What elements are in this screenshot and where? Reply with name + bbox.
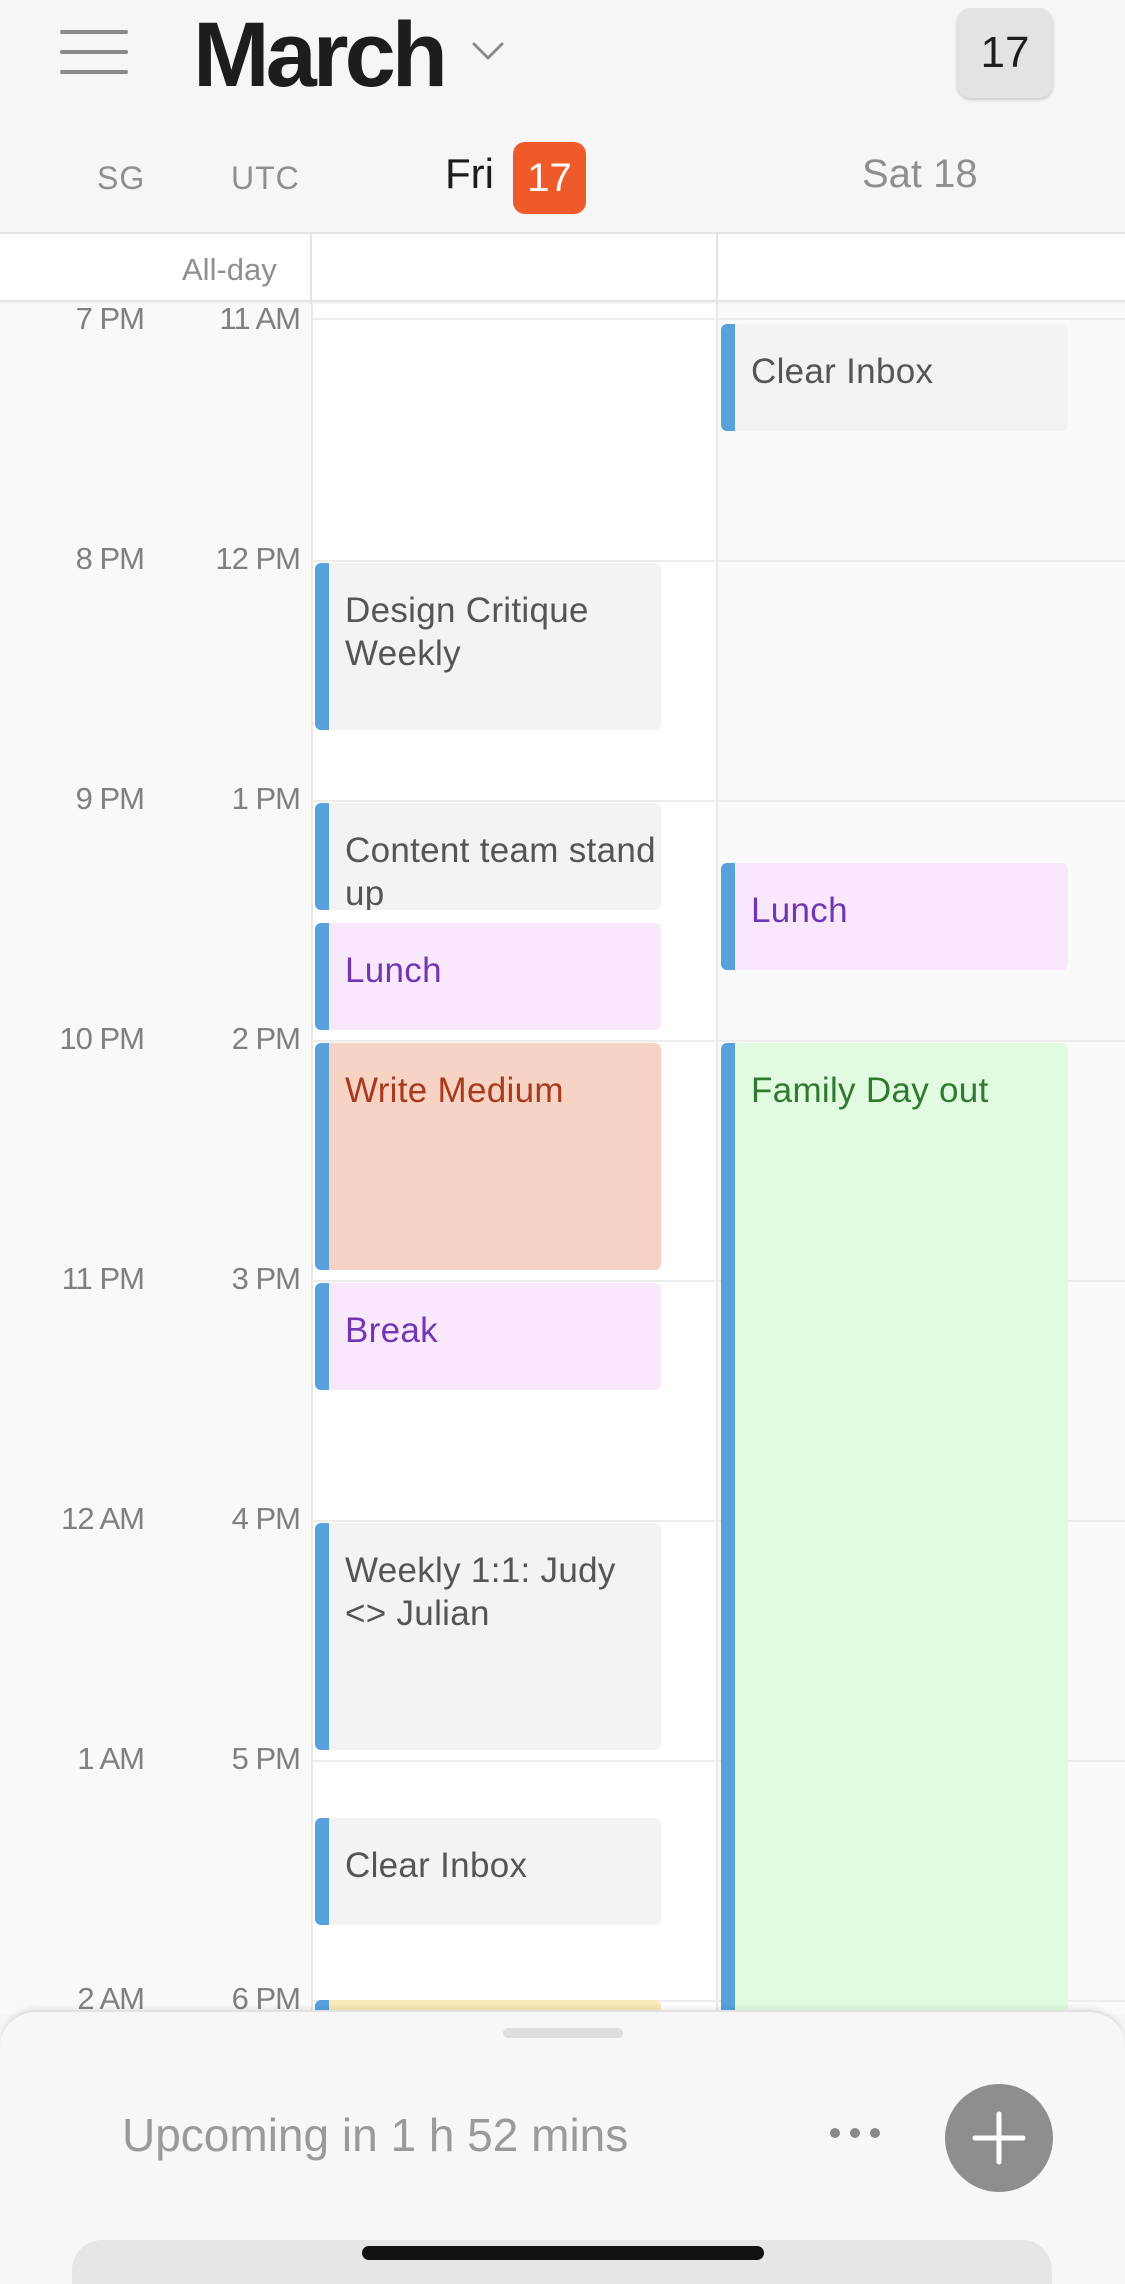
event-title: Content team stand up [345, 831, 656, 910]
column-divider [716, 234, 718, 304]
home-indicator[interactable] [362, 2246, 764, 2260]
time-label-sg: 9 PM [75, 781, 145, 816]
time-label-utc: 1 PM [231, 781, 301, 816]
event-title: Lunch [345, 951, 442, 990]
today-date-badge[interactable]: 17 [513, 142, 586, 214]
time-label-utc: 2 PM [231, 1021, 301, 1056]
ellipsis-icon[interactable] [826, 2124, 886, 2144]
event-title: Break [345, 1311, 438, 1350]
hour-line [311, 318, 1125, 320]
time-label-utc: 12 PM [215, 541, 301, 576]
event-content-team-stand-up[interactable]: Content team stand up [315, 803, 661, 910]
event-title: Design Critique Weekly [345, 591, 589, 673]
event-write-medium[interactable]: Write Medium [315, 1043, 661, 1270]
calendar-header: March 17 SG UTC Fri 17 Sat 18 [0, 0, 1125, 232]
time-label-sg: 1 AM [77, 1741, 145, 1776]
column-divider [310, 234, 312, 304]
sheet-grabber-handle[interactable] [503, 2028, 623, 2038]
chevron-down-icon[interactable] [471, 40, 505, 62]
event-design-critique-weekly[interactable]: Design Critique Weekly [315, 563, 661, 730]
event-lunch-sat[interactable]: Lunch [721, 863, 1068, 970]
event-title: Clear Inbox [751, 352, 934, 391]
all-day-row: All-day [0, 232, 1125, 304]
timezone-utc-label: UTC [231, 160, 300, 196]
hour-line [311, 1040, 1125, 1042]
hour-line [311, 560, 1125, 562]
hamburger-menu-icon[interactable] [60, 28, 130, 78]
event-title: Weekly 1:1: Judy <> Julian [345, 1551, 616, 1633]
time-label-sg: 10 PM [59, 1021, 145, 1056]
event-lunch-fri[interactable]: Lunch [315, 923, 661, 1030]
timezone-sg-label: SG [97, 160, 146, 196]
event-title: Clear Inbox [345, 1846, 528, 1885]
time-label-sg: 7 PM [75, 304, 145, 336]
upcoming-bottom-sheet[interactable]: Upcoming in 1 h 52 mins [0, 2010, 1125, 2284]
hour-line [311, 800, 1125, 802]
event-weekly-1-1-judy-julian[interactable]: Weekly 1:1: Judy <> Julian [315, 1523, 661, 1750]
time-label-sg: 8 PM [75, 541, 145, 576]
all-day-label: All-day [182, 252, 277, 287]
time-label-utc: 4 PM [231, 1501, 301, 1536]
today-button[interactable]: 17 [957, 8, 1053, 98]
time-label-sg: 11 PM [61, 1261, 145, 1296]
day-header-fri[interactable]: Fri [445, 150, 494, 198]
upcoming-text[interactable]: Upcoming in 1 h 52 mins [122, 2108, 628, 2162]
event-clear-inbox-sat[interactable]: Clear Inbox [721, 324, 1068, 431]
time-label-utc: 11 AM [219, 304, 301, 336]
event-family-day-out[interactable]: Family Day out [721, 1043, 1068, 2014]
timeline-grid[interactable]: 7 PM 11 AM 8 PM 12 PM 9 PM 1 PM 10 PM 2 … [0, 304, 1125, 2014]
plus-icon [972, 2111, 1026, 2165]
time-label-utc: 5 PM [231, 1741, 301, 1776]
event-clear-inbox-fri[interactable]: Clear Inbox [315, 1818, 661, 1925]
event-title: Lunch [751, 891, 848, 930]
event-break[interactable]: Break [315, 1283, 661, 1390]
time-label-utc: 3 PM [231, 1261, 301, 1296]
month-title[interactable]: March [193, 0, 448, 110]
event-title: Family Day out [751, 1071, 989, 1110]
add-event-button[interactable] [945, 2084, 1053, 2192]
time-label-sg: 12 AM [61, 1501, 145, 1536]
day-header-sat[interactable]: Sat 18 [862, 152, 978, 197]
event-title: Write Medium [345, 1071, 564, 1110]
